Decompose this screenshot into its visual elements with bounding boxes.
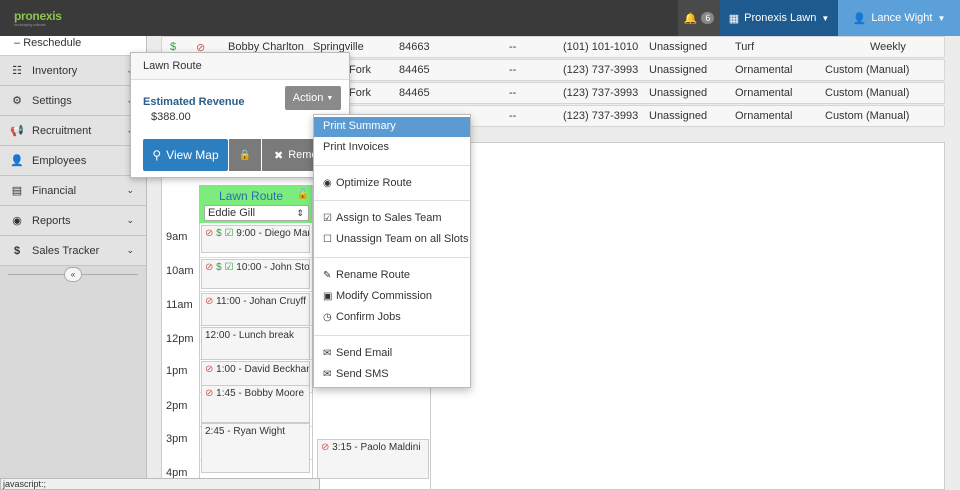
route-calendar: Lawn Route 🔓 Eddie Gill ⇕ 9am 10am 11am … [161, 142, 945, 490]
route-title[interactable]: Lawn Route [219, 189, 283, 203]
map-marker-icon: ⚲ [152, 148, 162, 162]
time-label: 1pm [166, 365, 188, 377]
menu-item-assign-sales-team[interactable]: ☑ Assign to Sales Team [314, 209, 470, 229]
user-icon: 👤 [10, 155, 24, 167]
cancel-icon: ⊘ [205, 296, 214, 307]
company-switcher[interactable]: ▦ Pronexis Lawn ▼ [720, 0, 838, 36]
appointment-slot[interactable]: ⊘ 1:45 - Bobby Moore [201, 385, 310, 423]
envelope-outline-icon: ✉ [323, 369, 332, 380]
sidebar-item-recruitment[interactable]: 📢Recruitment⌄ [0, 116, 146, 146]
popover-title: Lawn Route [131, 53, 349, 80]
sidebar-item-employees[interactable]: 👤 Employees [0, 146, 146, 176]
estimated-revenue-label: Estimated Revenue [143, 96, 245, 108]
caret-down-icon: ▼ [821, 13, 830, 23]
dollar-icon: $ [13, 244, 21, 257]
menu-divider [314, 335, 470, 336]
cancel-icon: ⊘ [205, 388, 214, 399]
envelope-icon: ✉ [323, 348, 332, 359]
check-icon: ☑ [224, 262, 234, 273]
menu-item-modify-commission[interactable]: ▣ Modify Commission [314, 287, 470, 307]
chevron-down-icon: ⌄ [126, 185, 134, 195]
time-label: 10am [166, 265, 194, 277]
appointment-slot[interactable]: ⊘ 3:15 - Paolo Maldini [317, 439, 429, 479]
caret-down-icon: ▼ [326, 94, 334, 102]
money-icon: ▣ [323, 291, 333, 302]
caret-down-icon: ▼ [937, 13, 946, 23]
menu-item-confirm-jobs[interactable]: ◷ Confirm Jobs [314, 308, 470, 328]
dollar-icon: $ [216, 228, 222, 239]
cancel-icon: ⊘ [321, 442, 330, 453]
sidebar-item-financial[interactable]: ▤ Financial ⌄ [0, 176, 146, 206]
chevron-down-icon: ⌄ [126, 215, 134, 225]
sidebar-item-reports[interactable]: ◉ Reports ⌄ [0, 206, 146, 236]
time-label: 3pm [166, 433, 188, 445]
barcode-icon: ☷ [12, 65, 22, 77]
action-menu: Print Summary Print Invoices ◉ Optimize R… [313, 114, 471, 388]
sidebar-item-sales-tracker[interactable]: $ Sales Tracker ⌄ [0, 236, 146, 266]
time-label: 12pm [166, 333, 194, 345]
edit-icon: ✎ [323, 270, 332, 281]
top-navbar: pronexis landscaping software 🔔 6 ▦ Prone… [0, 0, 960, 36]
lock-button[interactable]: 🔒 [229, 139, 261, 171]
menu-item-optimize-route[interactable]: ◉ Optimize Route [314, 174, 470, 194]
dollar-icon: $ [216, 262, 222, 273]
sidebar-item-inventory[interactable]: ☷Inventory⌄ [0, 56, 146, 86]
megaphone-icon: 📢 [10, 125, 24, 137]
unlock-icon[interactable]: 🔓 [297, 189, 309, 200]
time-label: 2pm [166, 400, 188, 412]
close-icon: ✖ [274, 149, 284, 162]
collapse-sidebar-button[interactable]: « [64, 267, 82, 282]
menu-item-print-invoices[interactable]: Print Invoices [314, 138, 470, 158]
appointment-slot[interactable]: ⊘ $ ☑ 9:00 - Diego Mar [201, 225, 310, 253]
appointment-slot[interactable]: ⊘ 11:00 - Johan Cruyff [201, 293, 310, 326]
time-label: 9am [166, 231, 188, 243]
appointment-slot[interactable]: ⊘ $ ☑ 10:00 - John Sto [201, 259, 310, 289]
time-label: 11am [166, 299, 193, 311]
sidebar-item-settings[interactable]: ⚙Settings⌄ [0, 86, 146, 116]
chevron-down-icon: ⌄ [126, 245, 134, 255]
notifications-badge: 6 [701, 12, 715, 24]
dashboard-icon: ◉ [323, 178, 332, 189]
menu-item-send-email[interactable]: ✉ Send Email [314, 344, 470, 364]
menu-item-rename-route[interactable]: ✎ Rename Route [314, 266, 470, 286]
cancel-icon: ⊘ [205, 364, 214, 375]
menu-item-unassign-team[interactable]: ☐ Unassign Team on all Slots [314, 230, 470, 250]
notifications-button[interactable]: 🔔 6 [678, 0, 720, 36]
checkbox-checked-icon: ☑ [323, 213, 332, 224]
check-icon: ☑ [224, 228, 234, 239]
card-icon: ▤ [11, 185, 23, 197]
route-header: Lawn Route 🔓 Eddie Gill ⇕ [199, 185, 312, 223]
action-dropdown-button[interactable]: Action ▼ [285, 86, 341, 110]
menu-item-send-sms[interactable]: ✉ Send SMS [314, 365, 470, 385]
bell-icon: 🔔 [683, 12, 698, 25]
user-menu[interactable]: 👤 Lance Wight ▼ [838, 0, 960, 36]
sidebar-subitem-reschedule[interactable]: – Reschedule [0, 36, 146, 56]
employee-select[interactable]: Eddie Gill ⇕ [204, 205, 309, 221]
sidebar-collapse: « [0, 266, 146, 286]
dashboard-icon: ◉ [12, 215, 22, 227]
lock-icon: 🔒 [238, 149, 252, 161]
gear-icon: ⚙ [12, 95, 22, 107]
browser-status-bar: javascript:; [0, 478, 320, 490]
appointment-slot[interactable]: 12:00 - Lunch break [201, 327, 310, 360]
app-logo[interactable]: pronexis landscaping software [14, 9, 62, 27]
grid-icon: ▦ [728, 12, 740, 25]
select-arrows-icon: ⇕ [296, 208, 304, 218]
user-icon: 👤 [852, 12, 867, 25]
clock-icon: ◷ [323, 312, 332, 323]
appointment-slot[interactable]: 2:45 - Ryan Wight [201, 423, 310, 473]
checkbox-empty-icon: ☐ [323, 234, 332, 245]
cancel-icon: ⊘ [205, 228, 214, 239]
view-map-button[interactable]: ⚲ View Map [143, 139, 228, 171]
menu-divider [314, 257, 470, 258]
menu-divider [314, 200, 470, 201]
menu-divider [314, 165, 470, 166]
estimated-revenue-value: $388.00 [151, 111, 191, 123]
sidebar: – Reschedule ☷Inventory⌄ ⚙Settings⌄ 📢Rec… [0, 36, 147, 490]
menu-item-print-summary[interactable]: Print Summary [314, 117, 470, 137]
cancel-icon: ⊘ [205, 262, 214, 273]
